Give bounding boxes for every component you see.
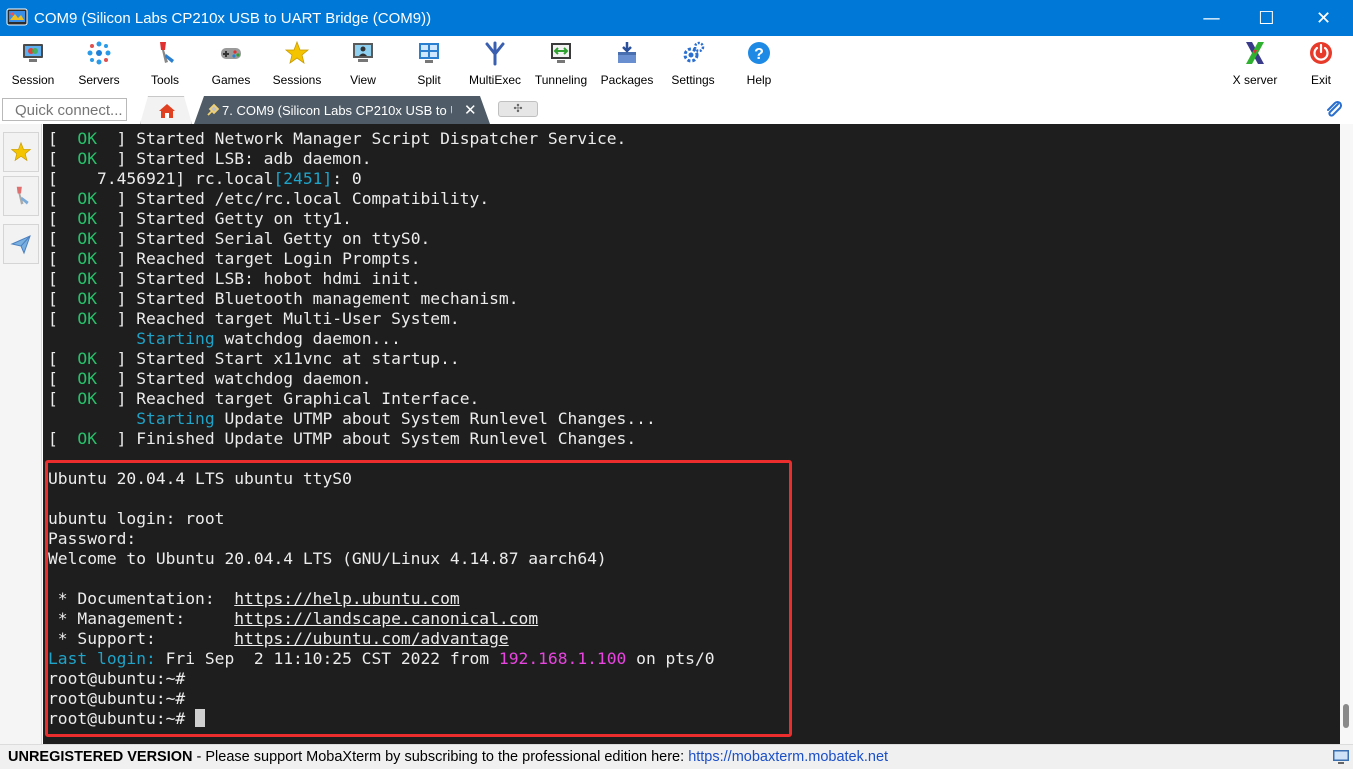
pid: [2451]	[273, 169, 333, 188]
close-icon: ✕	[1315, 7, 1332, 29]
multiexec-icon	[485, 41, 505, 66]
unregistered-label: UNREGISTERED VERSION	[8, 749, 193, 765]
boot-log-line: [ OK ] Started Getty on tty1.	[48, 209, 352, 228]
maximize-icon: ☐	[1258, 7, 1275, 29]
settings-button[interactable]: Settings	[660, 38, 726, 92]
monitor-icon[interactable]	[1332, 748, 1350, 766]
boot-log-line: [ OK ] Started Bluetooth management mech…	[48, 289, 519, 308]
ok-status: OK	[77, 429, 98, 448]
boot-log-line: [ OK ] Started /etc/rc.local Compatibili…	[48, 189, 490, 208]
ok-status: OK	[77, 349, 98, 368]
left-sidebar	[0, 124, 42, 744]
boot-log-line: [ OK ] Reached target Login Prompts.	[48, 249, 421, 268]
tools-button[interactable]: Tools	[132, 38, 198, 92]
ok-status: OK	[77, 149, 98, 168]
help-icon: ?	[748, 42, 770, 64]
ok-status: OK	[77, 189, 98, 208]
new-tab-button[interactable]: ✣	[498, 101, 538, 117]
star-icon	[284, 40, 310, 64]
servers-icon	[87, 41, 111, 65]
tab-bar: 7. COM9 (Silicon Labs CP210x USB to UART…	[0, 94, 1353, 124]
tools-icon	[160, 42, 174, 63]
view-icon	[353, 43, 373, 62]
boot-log-line: [ OK ] Reached target Multi-User System.	[48, 309, 460, 328]
mobaxterm-link[interactable]: https://mobaxterm.mobatek.net	[688, 749, 888, 765]
sessions-button[interactable]: Sessions	[264, 38, 330, 92]
home-icon	[159, 104, 175, 118]
exit-button[interactable]: Exit	[1288, 38, 1353, 92]
login-highlight-box	[45, 460, 792, 737]
tools-icon	[16, 186, 29, 205]
split-button[interactable]: Split	[396, 38, 462, 92]
ok-status: OK	[77, 129, 98, 148]
split-icon	[419, 43, 439, 63]
svg-text:?: ?	[754, 46, 764, 63]
terminal-area[interactable]: [ OK ] Started Network Manager Script Di…	[43, 124, 1340, 744]
packages-icon	[618, 42, 636, 63]
plus-icon: ✣	[513, 102, 523, 115]
sidebar-tools[interactable]	[3, 176, 39, 216]
settings-icon	[683, 41, 705, 63]
ok-status: OK	[77, 269, 98, 288]
window-title: COM9 (Silicon Labs CP210x USB to UART Br…	[34, 9, 432, 27]
status-bar: UNREGISTERED VERSION - Please support Mo…	[0, 744, 1353, 769]
games-button[interactable]: Games	[198, 38, 264, 92]
boot-log-line: [ OK ] Started Start x11vnc at startup..	[48, 349, 460, 368]
session-icon	[23, 44, 43, 62]
boot-log-line: [ OK ] Started LSB: adb daemon.	[48, 149, 372, 168]
xserver-icon	[1246, 42, 1264, 64]
session-tab-com9[interactable]: 7. COM9 (Silicon Labs CP210x USB to UART…	[194, 96, 490, 124]
send-icon	[10, 235, 31, 255]
close-tab-icon[interactable]: ✕	[464, 101, 477, 119]
ok-status: OK	[77, 209, 98, 228]
boot-log-line: Starting Update UTMP about System Runlev…	[136, 409, 656, 428]
boot-log-line: [ OK ] Started Network Manager Script Di…	[48, 129, 627, 148]
main-toolbar: Session Servers Tools Games Sessions Vie…	[0, 36, 1353, 94]
tunneling-icon	[551, 43, 571, 63]
boot-log-line: [ OK ] Finished Update UTMP about System…	[48, 429, 637, 448]
title-bar: COM9 (Silicon Labs CP210x USB to UART Br…	[0, 0, 1353, 36]
boot-log-line: [ OK ] Reached target Graphical Interfac…	[48, 389, 480, 408]
starting-label: Starting	[136, 329, 215, 348]
servers-button[interactable]: Servers	[66, 38, 132, 92]
multiexec-button[interactable]: MultiExec	[462, 38, 528, 92]
xserver-button[interactable]: X server	[1222, 38, 1288, 92]
ok-status: OK	[77, 249, 98, 268]
maximize-button[interactable]: ☐	[1239, 0, 1294, 36]
home-tab[interactable]	[140, 96, 192, 124]
minimize-icon: —	[1202, 7, 1221, 29]
terminal-scrollbar[interactable]	[1340, 124, 1353, 744]
status-message: - Please support MobaXterm by subscribin…	[192, 749, 689, 765]
packages-button[interactable]: Packages	[594, 38, 660, 92]
paperclip-icon[interactable]	[1324, 99, 1344, 119]
app-icon	[6, 8, 28, 26]
close-window-button[interactable]: ✕	[1296, 0, 1351, 36]
serial-plug-icon	[207, 103, 220, 116]
star-icon	[10, 141, 32, 162]
games-icon	[221, 48, 241, 59]
minimize-button[interactable]: —	[1184, 0, 1239, 36]
tunneling-button[interactable]: Tunneling	[528, 38, 594, 92]
boot-log-line: Starting watchdog daemon...	[136, 329, 401, 348]
help-button[interactable]: ? Help	[726, 38, 792, 92]
ok-status: OK	[77, 309, 98, 328]
scrollbar-thumb[interactable]	[1343, 704, 1349, 728]
boot-log-line: [ OK ] Started LSB: hobot hdmi init.	[48, 269, 421, 288]
boot-log-line: [ OK ] Started Serial Getty on ttyS0.	[48, 229, 431, 248]
ok-status: OK	[77, 289, 98, 308]
sidebar-macros[interactable]	[3, 224, 39, 264]
quick-connect-input[interactable]	[2, 98, 127, 121]
boot-log-line: [ 7.456921] rc.local[2451]: 0	[48, 169, 362, 188]
session-button[interactable]: Session	[0, 38, 66, 92]
ok-status: OK	[77, 389, 98, 408]
ok-status: OK	[77, 369, 98, 388]
power-icon	[1310, 42, 1332, 64]
view-button[interactable]: View	[330, 38, 396, 92]
boot-log-line: [ OK ] Started watchdog daemon.	[48, 369, 372, 388]
starting-label: Starting	[136, 409, 215, 428]
sidebar-sessions-star[interactable]	[3, 132, 39, 172]
ok-status: OK	[77, 229, 98, 248]
session-tab-label: 7. COM9 (Silicon Labs CP210x USB to UART…	[222, 103, 452, 118]
